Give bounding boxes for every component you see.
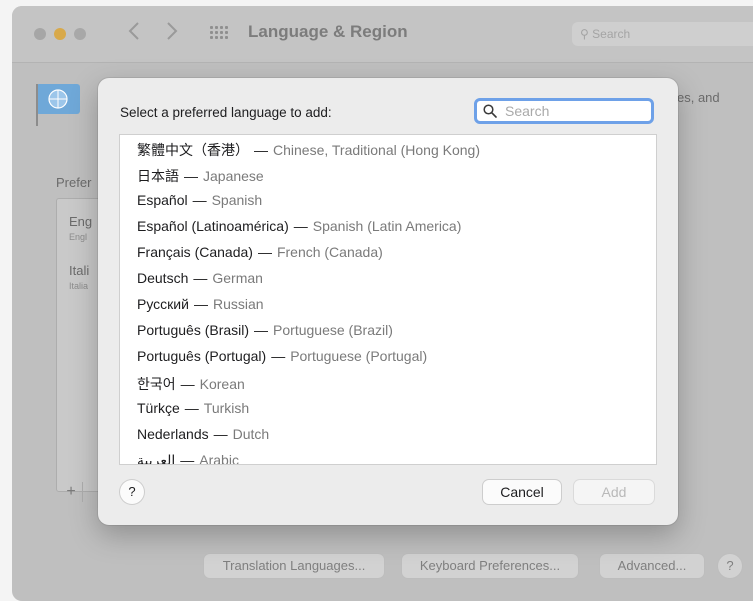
language-english-name: German — [212, 270, 263, 286]
preferred-language-item[interactable]: Eng — [69, 214, 92, 229]
language-search-field[interactable]: Search — [474, 98, 654, 124]
add-button[interactable]: Add — [574, 480, 654, 504]
language-row[interactable]: Nederlands — Dutch — [137, 426, 269, 450]
sheet-prompt: Select a preferred language to add: — [120, 105, 332, 120]
language-english-name: Turkish — [203, 400, 250, 416]
language-native-name: Deutsch — [137, 270, 189, 286]
language-row[interactable]: 한국어 — Korean — [137, 374, 245, 398]
add-language-sheet: Select a preferred language to add: Sear… — [98, 78, 678, 525]
language-english-name: Chinese, Traditional (Hong Kong) — [273, 142, 481, 158]
window-title: Language & Region — [248, 22, 408, 41]
separator-dash: — — [193, 296, 208, 312]
language-english-name: Dutch — [232, 426, 270, 442]
language-english-name: Japanese — [203, 168, 264, 184]
language-native-name: Español (Latinoamérica) — [137, 218, 289, 234]
magnifying-glass-icon — [483, 104, 497, 118]
show-all-grid-icon[interactable] — [210, 26, 230, 40]
language-native-name: 日本語 — [137, 168, 179, 184]
language-native-name: Português (Portugal) — [137, 348, 267, 364]
language-row[interactable]: Français (Canada) — French (Canada) — [137, 244, 383, 268]
language-row[interactable]: Türkçe — Turkish — [137, 400, 249, 424]
language-english-name: Portuguese (Brazil) — [273, 322, 393, 338]
preferred-languages-label: Prefer — [56, 175, 92, 190]
language-row[interactable]: Español — Spanish — [137, 192, 262, 216]
minimize-window-button[interactable] — [54, 28, 66, 40]
language-list[interactable]: 繁體中文（香港） — Chinese, Traditional (Hong Kong… — [119, 134, 657, 465]
separator-dash: — — [184, 168, 198, 184]
language-english-name: Korean — [199, 376, 245, 392]
separator-dash: — — [271, 348, 286, 364]
language-english-name: Spanish — [211, 192, 263, 208]
language-row[interactable]: 繁體中文（香港） — Chinese, Traditional (Hong Kong… — [137, 140, 480, 164]
language-row[interactable]: 日本語 — Japanese — [137, 166, 264, 190]
language-english-name: Arabic — [199, 452, 239, 465]
translation-languages-button[interactable]: Translation Languages... — [204, 554, 384, 578]
language-flag-icon — [36, 84, 80, 126]
language-native-name: Türkçe — [137, 400, 180, 416]
language-row[interactable]: Русский — Russian — [137, 296, 264, 320]
language-native-name: Español — [137, 192, 188, 208]
keyboard-preferences-button[interactable]: Keyboard Preferences... — [402, 554, 578, 578]
separator-dash: — — [180, 452, 195, 465]
separator-dash: — — [192, 192, 207, 208]
language-native-name: Русский — [137, 296, 189, 312]
window-search-field[interactable]: ⚲ Search — [572, 22, 753, 46]
advanced-button[interactable]: Advanced... — [600, 554, 704, 578]
chevron-left-icon — [128, 22, 139, 40]
language-row[interactable]: Deutsch — German — [137, 270, 263, 294]
language-english-name: French (Canada) — [276, 244, 383, 260]
language-row[interactable]: Português (Portugal) — Portuguese (Portuga… — [137, 348, 427, 372]
separator-dash: — — [193, 270, 208, 286]
language-row[interactable]: العربية — Arabic — [137, 452, 239, 465]
separator-dash: — — [293, 218, 308, 234]
chevron-right-icon — [167, 22, 178, 40]
window-search-placeholder: Search — [592, 27, 631, 41]
language-row[interactable]: Español (Latinoamérica) — Spanish (Latin A… — [137, 218, 461, 242]
help-button[interactable]: ? — [718, 554, 742, 578]
cancel-button[interactable]: Cancel — [483, 480, 561, 504]
language-row[interactable]: Português (Brasil) — Portuguese (Brazil) — [137, 322, 393, 346]
sheet-help-button[interactable]: ? — [120, 480, 144, 504]
language-english-name: Spanish (Latin America) — [312, 218, 462, 234]
close-window-button[interactable] — [34, 28, 46, 40]
separator-dash: — — [254, 322, 269, 338]
language-native-name: العربية — [137, 452, 176, 465]
separator-dash: — — [184, 400, 199, 416]
separator-dash: — — [213, 426, 228, 442]
language-english-name: Russian — [212, 296, 264, 312]
language-native-name: Português (Brasil) — [137, 322, 250, 338]
language-native-name: Nederlands — [137, 426, 209, 442]
language-native-name: 繁體中文（香港） — [137, 142, 249, 158]
separator-dash: — — [257, 244, 272, 260]
preferred-language-subtitle: Engl — [69, 232, 88, 242]
forward-button[interactable] — [166, 21, 178, 47]
language-english-name: Portuguese (Portugal) — [290, 348, 428, 364]
language-native-name: Français (Canada) — [137, 244, 253, 260]
title-bar: Language & Region ⚲ Search — [12, 6, 753, 63]
back-button[interactable] — [128, 21, 140, 47]
add-language-button[interactable]: + — [60, 482, 83, 502]
zoom-window-button[interactable] — [74, 28, 86, 40]
preferred-language-subtitle: Italia — [69, 281, 89, 291]
language-native-name: 한국어 — [137, 376, 176, 392]
separator-dash: — — [254, 142, 268, 158]
preferred-language-item[interactable]: Itali — [69, 263, 89, 278]
separator-dash: — — [180, 376, 195, 392]
language-search-placeholder: Search — [505, 103, 550, 119]
search-icon: ⚲ — [580, 27, 589, 41]
pane-description: es, and — [677, 90, 720, 105]
